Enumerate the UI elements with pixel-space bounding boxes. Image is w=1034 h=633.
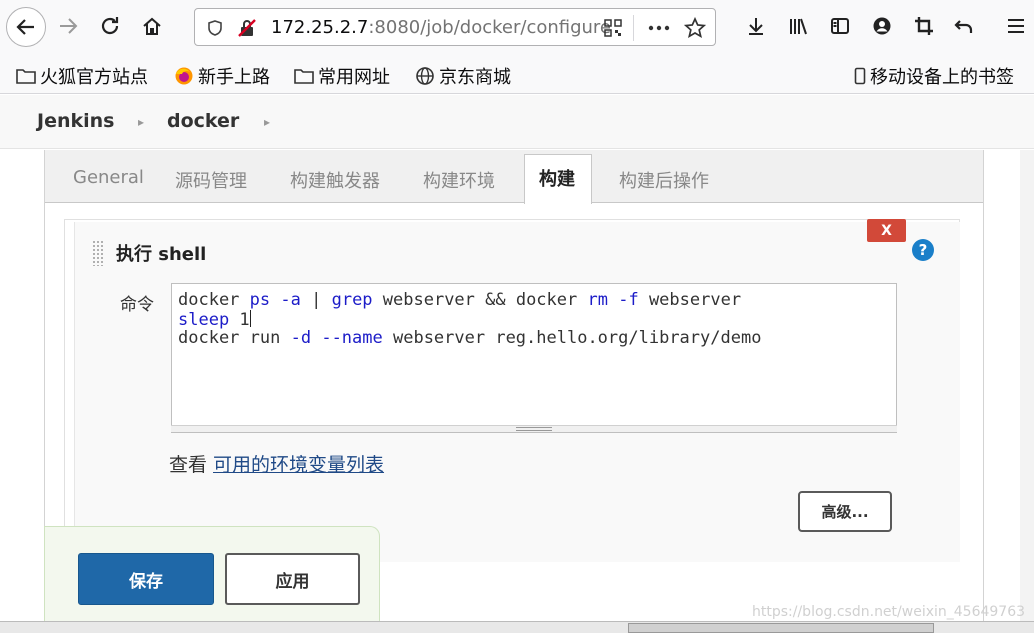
home-icon [143, 17, 161, 35]
tab-build-env[interactable]: 构建环境 [423, 167, 495, 193]
star-icon[interactable] [683, 16, 707, 40]
watermark: https://blog.csdn.net/weixin_45649763 [752, 604, 1026, 620]
undo-button[interactable] [946, 8, 982, 44]
bookmarks-bar: 火狐官方站点 新手上路 常用网址 京东商城 移动设备上的书签 [0, 56, 1034, 94]
bookmark-item[interactable]: 常用网址 [294, 63, 390, 89]
command-label: 命令 [120, 295, 154, 315]
drag-handle-icon[interactable] [92, 240, 105, 266]
home-button[interactable] [134, 8, 170, 44]
tab-post-build[interactable]: 构建后操作 [619, 167, 709, 193]
page-scrollbar[interactable] [1020, 150, 1034, 621]
grip-icon [516, 427, 552, 431]
command-line: sleep 1 [178, 309, 251, 330]
command-line: docker ps -a | grep webserver && docker … [178, 290, 742, 310]
breadcrumb: Jenkins ▸ docker ▸ [0, 95, 1034, 149]
apply-button[interactable]: 应用 [225, 553, 360, 605]
tab-general[interactable]: General [73, 167, 144, 188]
sidebar-icon [831, 18, 849, 34]
crop-icon [915, 17, 933, 35]
config-tabbar: General 源码管理 构建触发器 构建环境 构建后操作 [45, 150, 983, 203]
bookmark-item[interactable]: 新手上路 [174, 63, 270, 89]
save-button[interactable]: 保存 [78, 553, 214, 605]
forward-button[interactable] [50, 8, 86, 44]
build-step-title: 执行 shell [116, 244, 207, 265]
download-icon [749, 18, 763, 35]
undo-icon [954, 20, 973, 33]
tab-triggers[interactable]: 构建触发器 [290, 167, 380, 193]
bookmark-item[interactable]: 京东商城 [415, 63, 511, 89]
library-icon [790, 18, 807, 35]
reload-button[interactable] [92, 8, 128, 44]
chevron-right-icon[interactable]: ▸ [138, 115, 144, 129]
qrcode-icon[interactable] [601, 16, 625, 40]
taskbar-window[interactable] [628, 623, 934, 633]
url-bar[interactable]: 172.25.2.7:8080/job/docker/configure [194, 8, 716, 46]
tab-build[interactable]: 构建 [524, 154, 592, 204]
arrow-right-icon [60, 18, 78, 34]
more-icon[interactable] [647, 16, 671, 40]
folder-icon [294, 69, 314, 84]
help-icon[interactable]: ? [912, 239, 934, 261]
back-button[interactable] [6, 7, 46, 47]
chevron-right-icon[interactable]: ▸ [264, 115, 270, 129]
account-button[interactable] [864, 8, 900, 44]
advanced-button[interactable]: 高级... [798, 491, 892, 532]
account-icon [873, 17, 891, 35]
tab-scm[interactable]: 源码管理 [175, 167, 247, 193]
folder-icon [16, 69, 36, 84]
command-textarea[interactable]: docker ps -a | grep webserver && docker … [171, 283, 897, 433]
text-cursor [249, 309, 251, 327]
breadcrumb-jenkins[interactable]: Jenkins [37, 110, 114, 132]
download-button[interactable] [738, 8, 774, 44]
browser-toolbar: 172.25.2.7:8080/job/docker/configure [0, 0, 1034, 56]
menu-button[interactable] [998, 8, 1034, 44]
arrow-left-icon [16, 19, 34, 35]
bookmark-item[interactable]: 火狐官方站点 [16, 63, 148, 89]
insecure-lock-icon[interactable] [235, 16, 259, 40]
url-separator [633, 15, 634, 41]
delete-step-button[interactable]: X [867, 219, 906, 242]
mobile-icon [854, 67, 866, 85]
hamburger-icon [1008, 19, 1024, 33]
url-text[interactable]: 172.25.2.7:8080/job/docker/configure [271, 17, 611, 38]
info-icon[interactable] [203, 16, 227, 40]
env-vars-link[interactable]: 可用的环境变量列表 [213, 454, 384, 476]
globe-icon [416, 67, 434, 85]
command-line: docker run -d --name webserver reg.hello… [178, 328, 762, 348]
mobile-bookmarks[interactable]: 移动设备上的书签 [854, 63, 1014, 89]
library-button[interactable] [780, 8, 816, 44]
breadcrumb-job[interactable]: docker [167, 110, 239, 132]
reload-icon [101, 17, 119, 35]
textarea-resize-handle[interactable] [171, 425, 897, 433]
sidebar-button[interactable] [822, 8, 858, 44]
firefox-icon [175, 67, 193, 85]
screenshot-button[interactable] [906, 8, 942, 44]
env-vars-row: 查看 可用的环境变量列表 [169, 454, 385, 476]
